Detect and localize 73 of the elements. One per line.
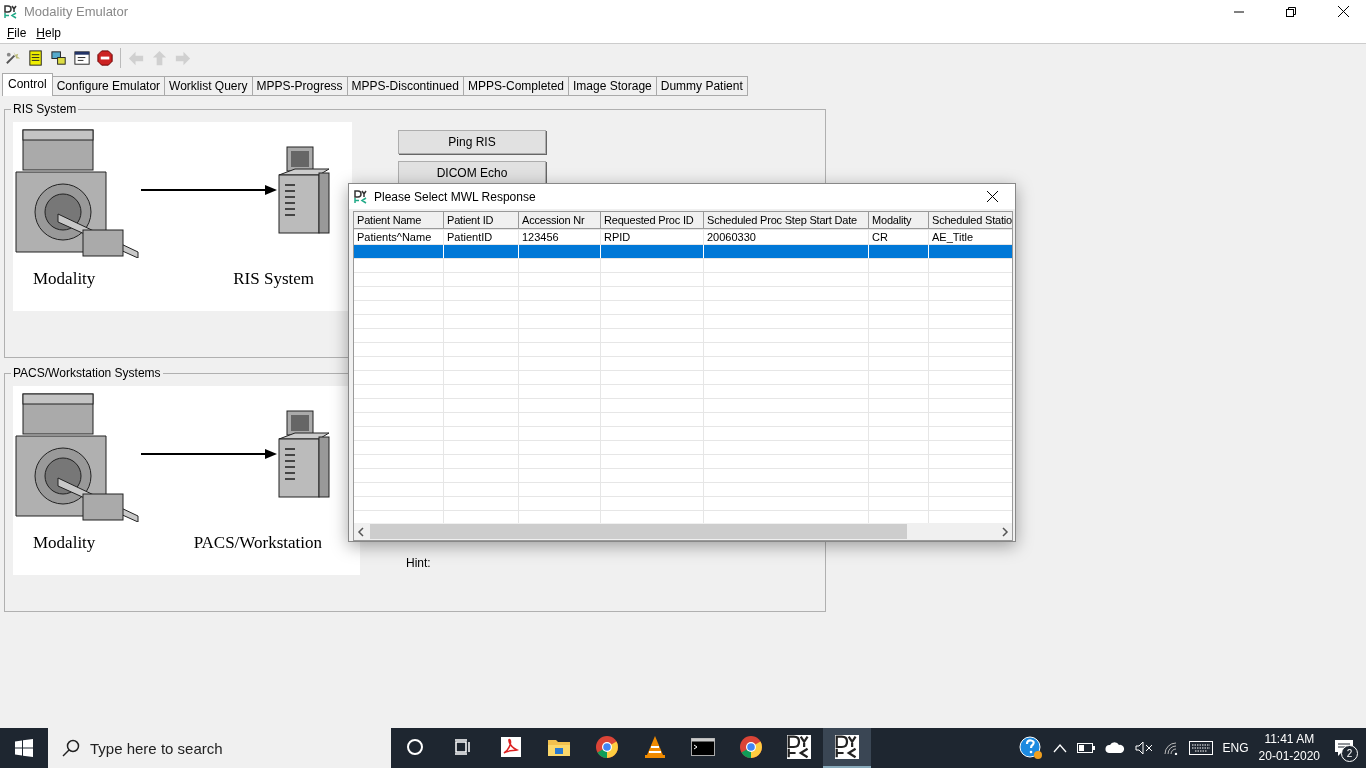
muted-speaker-icon[interactable] bbox=[1134, 741, 1153, 755]
tab[interactable]: MPPS-Progress bbox=[252, 76, 348, 96]
diagram-label: PACS/Workstation bbox=[193, 533, 322, 553]
network-icon-button[interactable] bbox=[49, 48, 69, 68]
tab[interactable]: Worklist Query bbox=[165, 76, 253, 96]
menu-item[interactable]: File bbox=[2, 26, 32, 40]
group-title: RIS System bbox=[12, 102, 78, 116]
close-icon bbox=[986, 191, 998, 202]
circle-icon bbox=[406, 738, 424, 756]
pdf-icon bbox=[500, 736, 522, 758]
keyboard-icon[interactable] bbox=[1188, 741, 1213, 755]
window-icon-button[interactable] bbox=[72, 48, 92, 68]
action-button[interactable]: DICOM Echo bbox=[398, 161, 546, 185]
language-indicator[interactable]: ENG bbox=[1222, 741, 1249, 755]
restore-icon bbox=[1286, 6, 1296, 17]
notification-button[interactable]: 2 bbox=[1330, 734, 1358, 762]
app-logo-icon bbox=[354, 189, 368, 204]
column-header[interactable]: Scheduled Proc Step Start Date bbox=[704, 212, 869, 229]
column-header[interactable]: Patient Name bbox=[354, 212, 444, 229]
diagram-label: Modality bbox=[33, 533, 96, 553]
column-header[interactable]: Scheduled Statio bbox=[929, 212, 1012, 229]
table-cell: 123456 bbox=[519, 230, 601, 244]
battery-icon[interactable] bbox=[1076, 743, 1095, 753]
table-cell: 20060330 bbox=[704, 230, 869, 244]
search-field[interactable]: Type here to search bbox=[48, 728, 391, 768]
taskbar-app[interactable] bbox=[823, 728, 871, 768]
chrome-icon bbox=[739, 735, 763, 759]
diagram-label: RIS System bbox=[233, 269, 314, 289]
notification-count: 2 bbox=[1341, 745, 1358, 762]
folder-icon bbox=[547, 737, 571, 757]
column-header[interactable]: Accession Nr bbox=[519, 212, 601, 229]
traffic-cone-icon bbox=[644, 735, 666, 759]
table-cell: RPID bbox=[601, 230, 704, 244]
horizontal-scrollbar[interactable] bbox=[354, 523, 1012, 540]
tab[interactable]: Dummy Patient bbox=[656, 76, 748, 96]
close-icon bbox=[1337, 6, 1349, 17]
menu-item[interactable]: Help bbox=[31, 26, 67, 40]
table-cell: AE_Title bbox=[929, 230, 1012, 244]
group-title: PACS/Workstation Systems bbox=[12, 366, 162, 380]
app-logo-icon bbox=[787, 735, 811, 759]
tab[interactable]: MPPS-Discontinued bbox=[347, 76, 464, 96]
table-row[interactable] bbox=[354, 245, 1012, 259]
app-logo-icon bbox=[4, 4, 18, 19]
help-icon[interactable] bbox=[1018, 736, 1043, 760]
arrow-icon bbox=[141, 184, 277, 195]
chevron-up-icon[interactable] bbox=[1052, 743, 1067, 753]
task-view-icon bbox=[454, 738, 472, 756]
scroll-thumb[interactable] bbox=[370, 524, 907, 539]
column-header[interactable]: Requested Proc ID bbox=[601, 212, 704, 229]
clock[interactable]: 11:41 AM 20-01-2020 bbox=[1258, 731, 1320, 765]
table-cell: PatientID bbox=[444, 230, 519, 244]
tab[interactable]: Control bbox=[2, 73, 53, 96]
dialog-title: Please Select MWL Response bbox=[374, 189, 537, 204]
column-header[interactable]: Patient ID bbox=[444, 212, 519, 229]
column-header[interactable]: Modality bbox=[869, 212, 929, 229]
search-icon bbox=[62, 739, 80, 757]
action-button[interactable]: Ping RIS bbox=[398, 130, 546, 154]
table-cell: CR bbox=[869, 230, 929, 244]
tab[interactable]: Configure Emulator bbox=[52, 76, 166, 96]
terminal-icon bbox=[691, 738, 715, 756]
wifi-icon[interactable] bbox=[1162, 741, 1179, 755]
hint-label: Hint: bbox=[406, 556, 431, 570]
stop-sign-icon-button[interactable] bbox=[95, 48, 115, 68]
table-cell: Patients^Name bbox=[354, 230, 444, 244]
arrow-icon bbox=[141, 448, 277, 459]
windows-logo-icon bbox=[15, 739, 33, 757]
diagram-label: Modality bbox=[33, 269, 96, 289]
chrome-icon bbox=[595, 735, 619, 759]
app-logo-icon bbox=[835, 735, 859, 759]
cloud-icon[interactable] bbox=[1104, 742, 1125, 754]
window-title: Modality Emulator bbox=[24, 4, 130, 19]
tab[interactable]: MPPS-Completed bbox=[463, 76, 569, 96]
tab[interactable]: Image Storage bbox=[569, 76, 657, 96]
